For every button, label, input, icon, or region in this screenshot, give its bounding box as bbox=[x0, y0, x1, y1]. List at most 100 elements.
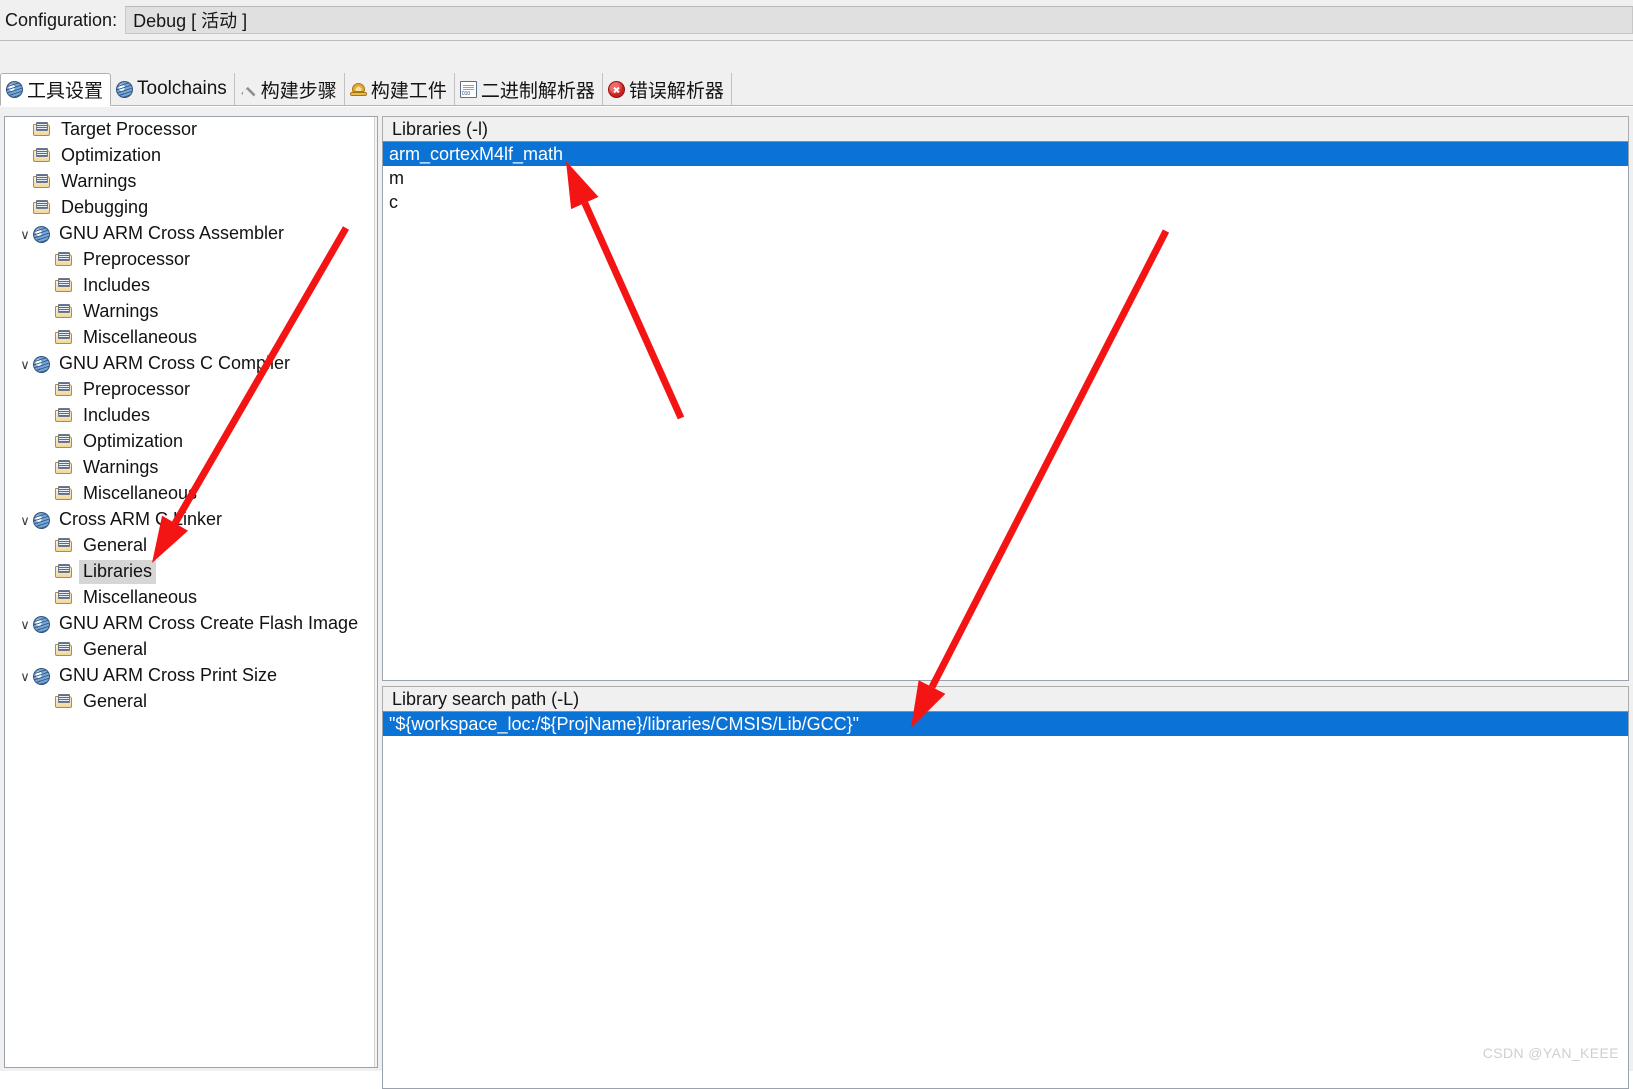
content-area: Target Processor Optimization Warnings Debu… bbox=[0, 107, 1633, 1089]
folder-icon bbox=[55, 408, 74, 424]
settings-detail-panel: Libraries (-l) arm_cortexM4lf_math m c Lib… bbox=[382, 116, 1629, 1089]
tree-item-label: General bbox=[83, 535, 148, 555]
tab-label: 错误解析器 bbox=[628, 80, 724, 102]
tree-item-label: GNU ARM Cross Create Flash Image bbox=[59, 613, 359, 633]
tree-item-label: Preprocessor bbox=[83, 249, 191, 269]
chevron-down-icon[interactable]: ∨ bbox=[17, 228, 33, 241]
tree-item-label: Miscellaneous bbox=[83, 327, 198, 347]
tree-item-includes[interactable]: Includes bbox=[5, 403, 377, 429]
tree-item-label: GNU ARM Cross Print Size bbox=[59, 665, 278, 685]
configuration-value-field[interactable]: Debug [ 活动 ] bbox=[125, 6, 1633, 34]
library-search-path-list[interactable]: "${workspace_loc:/${ProjName}/libraries/… bbox=[382, 711, 1629, 1089]
tree-item-includes[interactable]: Includes bbox=[5, 273, 377, 299]
chevron-down-icon[interactable]: ∨ bbox=[17, 358, 33, 371]
tree-item-warnings[interactable]: Warnings bbox=[5, 169, 377, 195]
tab-1[interactable]: 工具设置 bbox=[0, 73, 112, 106]
tree-item-gnu-arm-cross-assembler[interactable]: ∨ GNU ARM Cross Assembler bbox=[5, 221, 377, 247]
tree-item-label: Warnings bbox=[61, 171, 137, 191]
settings-tree-panel[interactable]: Target Processor Optimization Warnings Debu… bbox=[4, 116, 378, 1068]
tab-label: Toolchains bbox=[137, 78, 227, 99]
tab-5[interactable]: 二进制解析器 bbox=[455, 73, 603, 105]
tree-item-general[interactable]: General bbox=[5, 689, 377, 715]
configuration-spacer bbox=[0, 41, 1633, 73]
folder-icon bbox=[33, 148, 52, 164]
hat-icon bbox=[349, 81, 367, 98]
settings-tree: Target Processor Optimization Warnings Debu… bbox=[5, 117, 377, 715]
tree-item-label: Cross ARM C Linker bbox=[59, 509, 223, 529]
chevron-down-icon[interactable]: ∨ bbox=[17, 514, 33, 527]
tree-item-preprocessor[interactable]: Preprocessor bbox=[5, 247, 377, 273]
tree-item-label: General bbox=[83, 691, 148, 711]
tree-item-general[interactable]: General bbox=[5, 533, 377, 559]
chevron-down-icon[interactable]: ∨ bbox=[17, 618, 33, 631]
folder-icon bbox=[55, 434, 74, 450]
folder-icon bbox=[55, 278, 74, 294]
globe-icon bbox=[30, 613, 53, 635]
tree-item-preprocessor[interactable]: Preprocessor bbox=[5, 377, 377, 403]
tree-item-label: Includes bbox=[83, 405, 151, 425]
library-search-path-field-group: Library search path (-L) "${workspace_lo… bbox=[382, 686, 1629, 1089]
tree-item-warnings[interactable]: Warnings bbox=[5, 299, 377, 325]
globe-icon bbox=[113, 78, 136, 100]
tree-item-label: Miscellaneous bbox=[83, 587, 198, 607]
tree-vertical-scrollbar[interactable] bbox=[374, 117, 377, 1067]
list-item[interactable]: "${workspace_loc:/${ProjName}/libraries/… bbox=[383, 712, 1628, 736]
tree-item-label: GNU ARM Cross Assembler bbox=[59, 223, 285, 243]
list-item[interactable]: c bbox=[383, 190, 1628, 214]
libraries-field-group: Libraries (-l) arm_cortexM4lf_math m c bbox=[382, 116, 1629, 681]
tree-item-cross-arm-c-linker[interactable]: ∨ Cross ARM C Linker bbox=[5, 507, 377, 533]
tree-item-libraries[interactable]: Libraries bbox=[5, 559, 377, 585]
tree-item-gnu-arm-cross-create-flash-image[interactable]: ∨ GNU ARM Cross Create Flash Image bbox=[5, 611, 377, 637]
tab-label: 构建工件 bbox=[370, 80, 447, 102]
tree-item-miscellaneous[interactable]: Miscellaneous bbox=[5, 481, 377, 507]
tree-item-debugging[interactable]: Debugging bbox=[5, 195, 377, 221]
folder-icon bbox=[55, 330, 74, 346]
tab-label: 二进制解析器 bbox=[480, 80, 595, 102]
tree-item-miscellaneous[interactable]: Miscellaneous bbox=[5, 585, 377, 611]
tree-item-miscellaneous[interactable]: Miscellaneous bbox=[5, 325, 377, 351]
folder-icon bbox=[33, 200, 52, 216]
tree-item-general[interactable]: General bbox=[5, 637, 377, 663]
globe-icon bbox=[3, 78, 26, 101]
configuration-label: Configuration: bbox=[5, 9, 118, 30]
folder-icon bbox=[55, 460, 74, 476]
globe-icon bbox=[30, 665, 53, 687]
binary-document-icon bbox=[459, 80, 477, 98]
tree-item-label: Preprocessor bbox=[83, 379, 191, 399]
tree-item-label: Includes bbox=[83, 275, 151, 295]
tree-item-gnu-arm-cross-c-compiler[interactable]: ∨ GNU ARM Cross C Compiler bbox=[5, 351, 377, 377]
tree-item-warnings[interactable]: Warnings bbox=[5, 455, 377, 481]
folder-icon bbox=[55, 538, 74, 554]
folder-icon bbox=[55, 642, 74, 658]
tab-3[interactable]: 构建步骤 bbox=[235, 73, 345, 105]
libraries-header: Libraries (-l) bbox=[382, 116, 1629, 141]
folder-icon bbox=[55, 382, 74, 398]
tab-6[interactable]: 错误解析器 bbox=[603, 73, 732, 105]
tree-item-label: General bbox=[83, 639, 148, 659]
tree-item-optimization[interactable]: Optimization bbox=[5, 429, 377, 455]
chevron-down-icon[interactable]: ∨ bbox=[17, 670, 33, 683]
tree-item-optimization[interactable]: Optimization bbox=[5, 143, 377, 169]
tree-item-gnu-arm-cross-print-size[interactable]: ∨ GNU ARM Cross Print Size bbox=[5, 663, 377, 689]
folder-icon bbox=[55, 252, 74, 268]
tab-4[interactable]: 构建工件 bbox=[345, 73, 455, 105]
list-item[interactable]: m bbox=[383, 166, 1628, 190]
wrench-icon bbox=[240, 82, 256, 97]
tree-item-label: Debugging bbox=[61, 197, 149, 217]
list-item[interactable]: arm_cortexM4lf_math bbox=[383, 142, 1628, 166]
tree-item-label: Optimization bbox=[83, 431, 184, 451]
folder-icon bbox=[55, 304, 74, 320]
folder-icon bbox=[55, 486, 74, 502]
libraries-list[interactable]: arm_cortexM4lf_math m c bbox=[382, 141, 1629, 681]
tab-label: 构建步骤 bbox=[260, 80, 337, 102]
tree-item-target-processor[interactable]: Target Processor bbox=[5, 117, 377, 143]
folder-icon bbox=[55, 564, 74, 580]
globe-icon bbox=[30, 223, 53, 245]
tab-2[interactable]: Toolchains bbox=[111, 73, 235, 105]
globe-icon bbox=[30, 353, 53, 375]
globe-icon bbox=[30, 509, 53, 531]
folder-icon bbox=[33, 174, 52, 190]
folder-icon bbox=[33, 122, 52, 138]
folder-icon bbox=[55, 590, 74, 606]
tab-label: 工具设置 bbox=[27, 81, 104, 102]
